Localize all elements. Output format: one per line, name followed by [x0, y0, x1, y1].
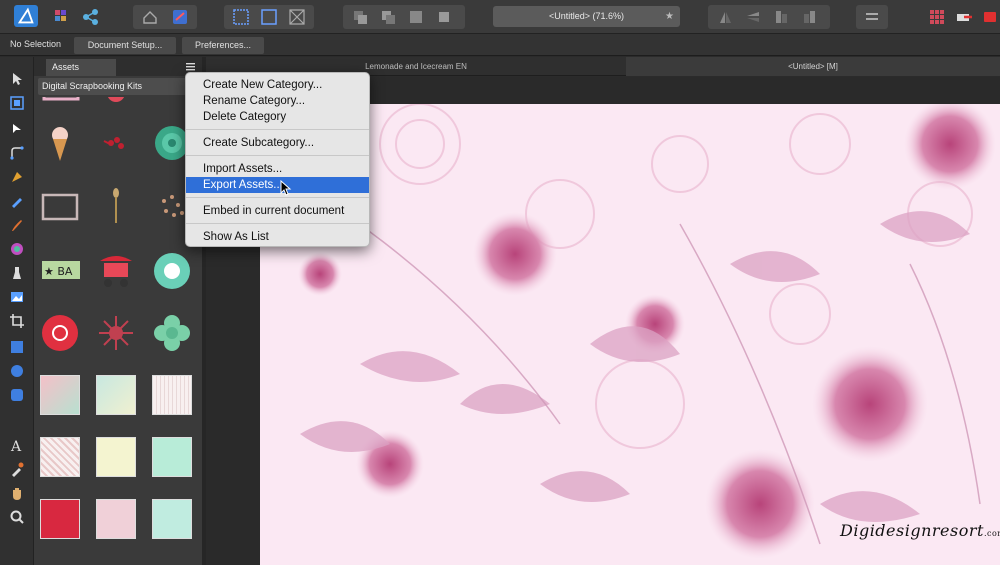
document-canvas[interactable]	[260, 104, 1000, 565]
menu-item-create-new-category[interactable]: Create New Category...	[186, 77, 369, 93]
pixel-persona-icon[interactable]	[50, 6, 76, 28]
ellipse-tool-icon[interactable]	[9, 363, 25, 379]
menu-item-embed-in-document[interactable]: Embed in current document	[186, 203, 369, 219]
color-picker-icon[interactable]	[9, 461, 25, 477]
panel-tab-bar: Assets	[34, 57, 202, 76]
context-toolbar: No Selection Document Setup... Preferenc…	[0, 34, 1000, 56]
asset-grid: ★ BA	[34, 97, 202, 565]
asset-sun-badge[interactable]	[40, 313, 80, 353]
pencil-tool-icon[interactable]	[9, 193, 25, 209]
selection-box-icon[interactable]	[228, 6, 254, 28]
share-icon[interactable]	[78, 6, 104, 28]
snapping-icon[interactable]	[167, 6, 193, 28]
place-image-icon[interactable]	[9, 289, 25, 305]
menu-item-export-assets[interactable]: Export Assets...	[186, 177, 369, 193]
view-hand-icon[interactable]	[9, 485, 25, 501]
home-icon[interactable]	[137, 6, 163, 28]
crescent-tool-icon[interactable]	[9, 413, 25, 429]
asset-paper-seafoam[interactable]	[152, 499, 192, 539]
quick-toggle-icon[interactable]	[980, 6, 1000, 28]
menu-separator	[186, 223, 369, 224]
fill-tool-icon[interactable]	[9, 241, 25, 257]
asset-frame-pink[interactable]	[40, 97, 80, 103]
transform-box-icon[interactable]	[256, 6, 282, 28]
watermark: Digidesignresort.com	[840, 521, 1000, 549]
menu-item-import-assets[interactable]: Import Assets...	[186, 161, 369, 177]
document-title: <Untitled> (71.6%) ★	[493, 6, 680, 27]
rotate-right-icon[interactable]	[796, 6, 822, 28]
app-window: <Untitled> (71.6%) ★ No Selection Docume…	[0, 0, 1000, 565]
asset-paper-watercolor[interactable]	[40, 375, 80, 415]
arrange-forward-icon[interactable]	[403, 6, 429, 28]
rounded-rectangle-icon[interactable]	[9, 387, 25, 403]
assets-panel: Assets Digital Scrapbooking Kits ★ BA	[34, 57, 202, 565]
assets-context-menu: Create New Category... Rename Category..…	[185, 72, 370, 247]
asset-paper-lemon[interactable]	[96, 437, 136, 477]
star-icon[interactable]: ★	[665, 6, 674, 27]
menu-item-delete-category[interactable]: Delete Category	[186, 109, 369, 125]
zoom-tool-icon[interactable]	[9, 509, 25, 525]
selection-status: No Selection	[10, 39, 62, 49]
category-select[interactable]: Digital Scrapbooking Kits	[38, 78, 198, 95]
menu-separator	[186, 155, 369, 156]
text-tool-icon[interactable]: A	[9, 437, 25, 453]
document-title-text: <Untitled> (71.6%)	[548, 11, 625, 21]
move-tool-icon[interactable]	[9, 71, 25, 87]
flip-vertical-icon[interactable]	[740, 6, 766, 28]
asset-paper-stripes[interactable]	[152, 375, 192, 415]
tab-assets[interactable]: Assets	[46, 59, 116, 76]
asset-frame-gray[interactable]	[40, 187, 80, 227]
main-toolbar: <Untitled> (71.6%) ★	[0, 0, 1000, 34]
asset-spoon[interactable]	[96, 187, 136, 227]
crop-tool-icon[interactable]	[9, 313, 25, 329]
assistant-icon[interactable]	[952, 6, 978, 28]
artboard-tool-icon[interactable]	[9, 95, 25, 111]
vector-brush-icon[interactable]	[9, 217, 25, 233]
asset-paper-mint[interactable]	[96, 375, 136, 415]
menu-item-create-subcategory[interactable]: Create Subcategory...	[186, 135, 369, 151]
menu-separator	[186, 129, 369, 130]
preferences-button[interactable]: Preferences...	[182, 37, 264, 54]
asset-paper-red[interactable]	[40, 499, 80, 539]
rectangle-tool-icon[interactable]	[9, 339, 25, 355]
asset-ice-cream-cart[interactable]	[96, 251, 136, 291]
node-tool-icon[interactable]	[9, 121, 25, 137]
watermark-text: Digidesignresort	[840, 521, 984, 540]
app-logo-icon[interactable]	[14, 5, 38, 27]
svg-text:A: A	[10, 439, 22, 453]
warp-icon[interactable]	[284, 6, 310, 28]
document-setup-button[interactable]: Document Setup...	[74, 37, 176, 54]
asset-banner-bar[interactable]: ★ BA	[40, 251, 80, 291]
asset-flower-red[interactable]	[96, 97, 136, 103]
asset-flower-mint[interactable]	[152, 313, 192, 353]
boolean-icon[interactable]	[859, 6, 885, 28]
tools-panel: A	[0, 57, 34, 565]
menu-item-show-as-list[interactable]: Show As List	[186, 229, 369, 245]
arrange-front-icon[interactable]	[431, 6, 457, 28]
watermark-suffix: .com	[983, 529, 1000, 538]
asset-badge-mint[interactable]	[152, 251, 192, 291]
corner-tool-icon[interactable]	[9, 145, 25, 161]
doc-tab-untitled[interactable]: <Untitled> [M]	[626, 57, 1000, 76]
asset-ice-cream[interactable]	[40, 123, 80, 163]
rotate-left-icon[interactable]	[768, 6, 794, 28]
asset-berries[interactable]	[96, 123, 136, 163]
pen-tool-icon[interactable]	[9, 169, 25, 185]
arrange-backward-icon[interactable]	[375, 6, 401, 28]
grid-snapping-icon[interactable]	[924, 6, 950, 28]
mouse-cursor-icon	[280, 180, 292, 196]
menu-separator	[186, 197, 369, 198]
align-icon[interactable]	[712, 6, 738, 28]
transparency-tool-icon[interactable]	[9, 265, 25, 281]
menu-item-rename-category[interactable]: Rename Category...	[186, 93, 369, 109]
arrange-back-icon[interactable]	[347, 6, 373, 28]
asset-paper-aqua[interactable]	[152, 437, 192, 477]
asset-paper-chevron[interactable]	[40, 437, 80, 477]
asset-flower-doodle[interactable]	[96, 313, 136, 353]
floral-artwork	[260, 104, 1000, 565]
asset-paper-floral[interactable]	[96, 499, 136, 539]
svg-text:★ BA: ★ BA	[44, 265, 73, 278]
